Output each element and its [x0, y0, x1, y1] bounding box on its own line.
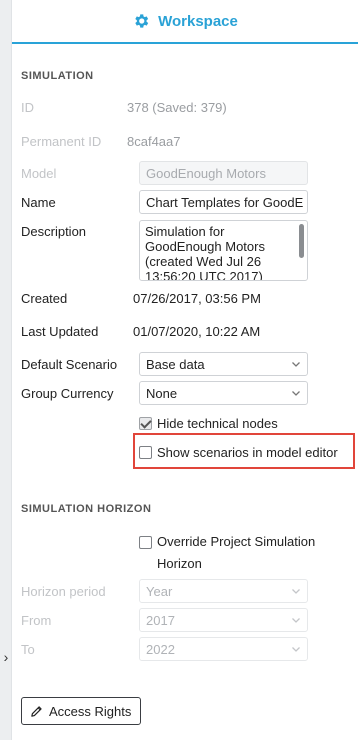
- model-field: GoodEnough Motors: [139, 161, 308, 185]
- hide-technical-nodes-option[interactable]: Hide technical nodes: [139, 416, 278, 431]
- created-label: Created: [21, 290, 68, 306]
- description-textarea[interactable]: Simulation for GoodEnough Motors (create…: [139, 220, 308, 281]
- hide-technical-nodes-label: Hide technical nodes: [157, 416, 278, 431]
- default-scenario-label: Default Scenario: [21, 356, 118, 372]
- section-title-simulation-horizon: SIMULATION HORIZON: [21, 503, 152, 515]
- default-scenario-value: Base data: [146, 356, 205, 372]
- description-label: Description: [21, 223, 87, 239]
- permanent-id-row: Permanent ID 8caf4aa7: [21, 129, 351, 153]
- from-select: 2017: [139, 608, 308, 632]
- horizon-period-value: Year: [146, 583, 173, 599]
- name-input[interactable]: Chart Templates for GoodE: [139, 190, 308, 214]
- id-label: ID: [21, 99, 34, 115]
- to-label: To: [21, 641, 35, 657]
- created-value: 07/26/2017, 03:56 PM: [133, 290, 261, 306]
- id-value: 378 (Saved: 379): [127, 99, 227, 115]
- id-row: ID 378 (Saved: 379): [21, 95, 351, 119]
- description-scrollbar[interactable]: [299, 224, 304, 258]
- from-value: 2017: [146, 612, 175, 628]
- gear-icon: [135, 14, 149, 28]
- permanent-id-value: 8caf4aa7: [127, 133, 181, 149]
- override-horizon-label-line2: Horizon: [157, 556, 202, 571]
- chevron-down-icon: [292, 647, 300, 652]
- last-updated-value: 01/07/2020, 10:22 AM: [133, 323, 261, 339]
- hide-technical-nodes-checkbox[interactable]: [139, 417, 152, 430]
- horizon-period-label: Horizon period: [21, 583, 106, 599]
- last-updated-row: Last Updated 01/07/2020, 10:22 AM: [21, 319, 351, 343]
- permanent-id-label: Permanent ID: [21, 133, 102, 149]
- from-label: From: [21, 612, 52, 628]
- last-updated-label: Last Updated: [21, 323, 99, 339]
- chevron-down-icon: [292, 589, 300, 594]
- model-label: Model: [21, 165, 57, 181]
- to-value: 2022: [146, 641, 175, 657]
- to-select: 2022: [139, 637, 308, 661]
- chevron-down-icon: [292, 362, 300, 367]
- name-label: Name: [21, 194, 56, 210]
- access-rights-button[interactable]: Access Rights: [21, 697, 141, 725]
- group-currency-label: Group Currency: [21, 385, 114, 401]
- group-currency-select[interactable]: None: [139, 381, 308, 405]
- chevron-down-icon: [292, 618, 300, 623]
- panel-header: Workspace: [12, 0, 358, 44]
- override-horizon-checkbox[interactable]: [139, 536, 152, 549]
- group-currency-value: None: [146, 385, 178, 401]
- default-scenario-select[interactable]: Base data: [139, 352, 308, 376]
- show-scenarios-label: Show scenarios in model editor: [157, 445, 338, 460]
- panel-title: Workspace: [158, 12, 238, 30]
- show-scenarios-checkbox[interactable]: [139, 446, 152, 459]
- left-collapsed-strip: [0, 0, 12, 740]
- section-title-simulation: SIMULATION: [21, 70, 94, 82]
- horizon-period-select: Year: [139, 579, 308, 603]
- created-row: Created 07/26/2017, 03:56 PM: [21, 286, 351, 310]
- access-rights-label: Access Rights: [49, 703, 132, 719]
- workspace-panel: Workspace SIMULATION ID 378 (Saved: 379)…: [12, 0, 358, 740]
- show-scenarios-option[interactable]: Show scenarios in model editor: [139, 445, 338, 460]
- override-horizon-label-line1: Override Project Simulation: [157, 534, 316, 549]
- override-horizon-option[interactable]: Override Project Simulation Horizon: [139, 534, 315, 575]
- description-text: Simulation for GoodEnough Motors (create…: [145, 224, 265, 281]
- expand-chevron-icon[interactable]: ›: [0, 645, 12, 669]
- pencil-icon: [31, 705, 42, 717]
- chevron-down-icon: [292, 391, 300, 396]
- override-horizon-label: Override Project Simulation Horizon: [157, 531, 315, 575]
